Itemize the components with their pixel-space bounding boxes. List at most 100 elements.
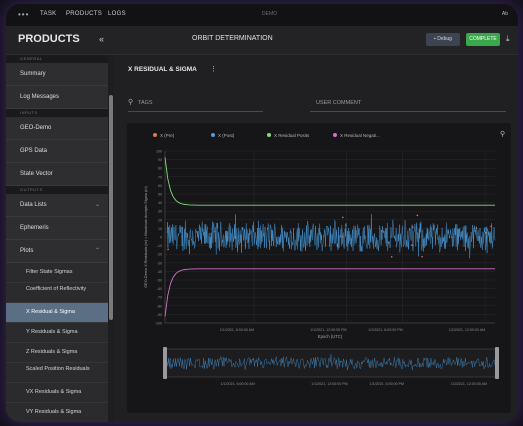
app-window: ••• TASK PRODUCTS LOGS DEMO Ab PRODUCTS … <box>6 4 518 422</box>
overview-handle-right <box>495 347 499 379</box>
sidebar-item-gps-data[interactable]: GPS Data <box>6 140 108 163</box>
x-axis-label: Epoch (UTC) <box>318 334 343 339</box>
y-tick-label: 50 <box>158 193 162 197</box>
pre-residual-point <box>234 236 237 239</box>
pre-residual-point <box>421 255 423 258</box>
complete-button[interactable]: COMPLETE <box>466 33 500 46</box>
tags-field[interactable]: ⚲ TAGS <box>128 97 263 112</box>
overview-handle-left <box>163 347 167 379</box>
y-tick-label: 90 <box>158 158 162 162</box>
residual-chart[interactable]: X (Pre) X (Post) X Residual Posits X Residu… <box>127 123 511 413</box>
y-tick-label: -30 <box>157 261 162 265</box>
legend-marker <box>153 133 157 137</box>
user-comment-field[interactable]: USER COMMENT <box>310 97 506 112</box>
chart-container: X (Pre) X (Post) X Residual Posits X Residu… <box>127 123 511 413</box>
pre-residual-point <box>344 224 347 227</box>
debug-button[interactable]: ▪ Debug <box>426 33 460 46</box>
plot-item-vx-residuals-sigma[interactable]: VX Residuals & Sigma <box>6 383 108 403</box>
sidebar-item-log-messages[interactable]: Log Messages <box>6 86 108 109</box>
y-tick-label: 10 <box>158 227 162 231</box>
x-tick-label: 1/1/2021, 6:00:00 AM <box>220 328 254 332</box>
y-tick-label: -60 <box>157 287 162 291</box>
y-tick-label: 30 <box>158 210 162 214</box>
residual-series <box>166 213 496 259</box>
overview-tick-label: 1/1/2021, 12:00:00 PM <box>311 382 347 386</box>
y-tick-label: 40 <box>158 201 162 205</box>
comment-placeholder: USER COMMENT <box>316 100 362 106</box>
sidebar-item-summary[interactable]: Summary <box>6 63 108 86</box>
pre-residual-point <box>380 229 383 232</box>
y-tick-label: 100 <box>156 150 162 154</box>
y-tick-label: -80 <box>157 304 162 308</box>
app-menu-icon[interactable]: ••• <box>18 10 29 19</box>
pre-residual-point <box>341 235 344 238</box>
pre-residual-point <box>485 231 487 234</box>
sigma-negative-line <box>164 268 495 317</box>
zoom-icon[interactable]: ⚲ <box>500 130 505 138</box>
legend-entry: X Residual Negati... <box>340 133 380 138</box>
sidebar-item-state-vector[interactable]: State Vector <box>6 163 108 186</box>
x-tick-label: 1/2/2021, 12:00:00 AM <box>449 328 485 332</box>
download-icon[interactable]: ⤓ <box>506 34 510 44</box>
overview-tick-label: 1/1/2021, 6:00:00 AM <box>220 382 254 386</box>
legend-marker <box>267 133 271 137</box>
section-general: GENERAL <box>6 55 108 63</box>
y-tick-label: -10 <box>157 244 162 248</box>
environment-label: DEMO <box>262 11 277 17</box>
y-axis-label: GEO-Demo X Residuals (m) = Maximum Accep… <box>144 185 148 287</box>
more-options-icon[interactable]: ⋮ <box>210 65 217 73</box>
plot-item-z-residuals-sigma[interactable]: Z Residuals & Sigma <box>6 343 108 363</box>
y-tick-label: -20 <box>157 253 162 257</box>
plot-item-x-residual-sigma[interactable]: X Residual & Sigma <box>6 303 108 323</box>
legend-marker <box>333 133 337 137</box>
legend-marker <box>211 133 215 137</box>
collapse-sidebar-icon[interactable]: « <box>99 34 104 44</box>
menu-logs[interactable]: LOGS <box>108 11 126 17</box>
sidebar-item-plots[interactable]: Plots ⌃ <box>6 240 108 263</box>
menu-task[interactable]: TASK <box>40 11 56 17</box>
sidebar-item-data-lists[interactable]: Data Lists ⌄ <box>6 194 108 217</box>
sidebar-item-ephemeris[interactable]: Ephemeris <box>6 217 108 240</box>
y-tick-label: -100 <box>155 322 162 326</box>
pre-residual-point <box>475 227 478 230</box>
y-tick-label: 70 <box>158 175 162 179</box>
menu-products[interactable]: PRODUCTS <box>66 11 102 17</box>
y-tick-label: 20 <box>158 218 162 222</box>
y-tick-label: -90 <box>157 313 162 317</box>
overview-tick-label: 1/2/2021, 12:00:00 AM <box>451 382 487 386</box>
pre-residual-point <box>167 248 169 251</box>
legend-entry: X (Post) <box>218 133 235 138</box>
section-inputs: INPUTS <box>6 109 108 117</box>
user-avatar[interactable]: Ab <box>502 11 508 17</box>
products-title: PRODUCTS <box>18 33 80 45</box>
plots-label: Plots <box>20 248 34 254</box>
plot-item-scaled-position-residuals[interactable]: Scaled Position Residuals <box>6 363 108 383</box>
sidebar-item-geo-demo[interactable]: GEO-Demo <box>6 117 108 140</box>
data-lists-label: Data Lists <box>20 202 47 208</box>
y-tick-label: 60 <box>158 184 162 188</box>
scrollbar-thumb[interactable] <box>109 95 113 320</box>
pre-residual-point <box>390 255 393 258</box>
search-icon: ⚲ <box>128 99 134 106</box>
main-panel: X RESIDUAL & SIGMA ⋮ ⚲ TAGS USER COMMENT… <box>114 55 518 422</box>
y-tick-label: 0 <box>160 236 162 240</box>
x-tick-label: 1/1/2021, 6:00:00 PM <box>368 328 402 332</box>
y-tick-label: -40 <box>157 270 162 274</box>
legend-entry: X (Pre) <box>160 133 175 138</box>
legend-entry: X Residual Posits <box>274 133 310 138</box>
sigma-positive-line <box>164 157 495 206</box>
plot-item-y-residuals-sigma[interactable]: Y Residuals & Sigma <box>6 323 108 343</box>
top-menu-bar: ••• TASK PRODUCTS LOGS DEMO Ab <box>6 4 518 27</box>
y-tick-label: 80 <box>158 167 162 171</box>
y-tick-label: -70 <box>157 296 162 300</box>
pre-residual-point <box>411 244 413 246</box>
plot-item-vy-residuals-sigma[interactable]: VY Residuals & Sigma <box>6 403 108 422</box>
overview-tick-label: 1/1/2021, 6:00:00 PM <box>370 382 404 386</box>
plot-title: X RESIDUAL & SIGMA <box>128 66 197 73</box>
plot-item-coefficient-of-reflectivity[interactable]: Coefficient of Reflectivity <box>6 283 108 303</box>
sidebar: GENERAL Summary Log Messages INPUTS GEO-… <box>6 55 108 422</box>
page-title: ORBIT DETERMINATION <box>192 35 273 42</box>
plot-item-filter-state-sigmas[interactable]: Filter State Sigmas <box>6 263 108 283</box>
section-outputs: OUTPUTS <box>6 186 108 194</box>
debug-label: Debug <box>437 36 452 42</box>
